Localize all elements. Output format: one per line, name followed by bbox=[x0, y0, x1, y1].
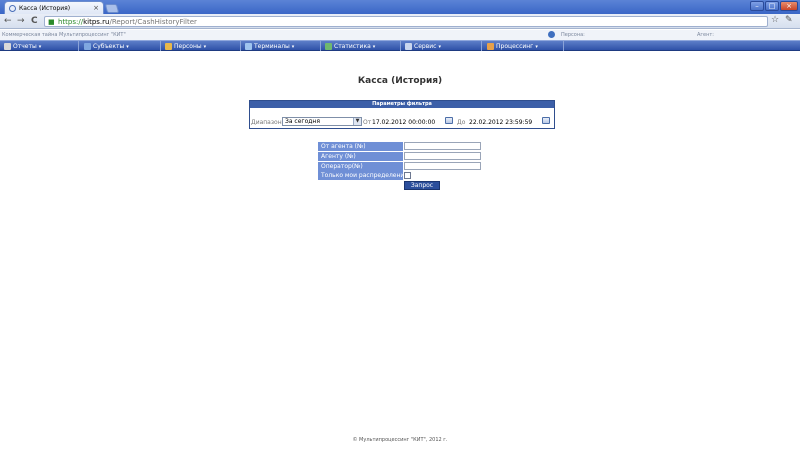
menu-item-processing[interactable]: Процессинг ▾ bbox=[487, 42, 538, 51]
from-calendar-icon[interactable] bbox=[445, 117, 453, 124]
footer-copyright: © Мультипроцессинг "КИТ", 2012 г. bbox=[352, 437, 448, 443]
menu-item-label: Сервис bbox=[414, 43, 437, 50]
range-label: Диапазон bbox=[251, 119, 282, 126]
filter-panel-header: Параметры фильтра bbox=[250, 101, 554, 108]
page-favicon-icon bbox=[9, 5, 16, 12]
menu-item-label: Процессинг bbox=[496, 43, 534, 50]
wrench-menu-icon[interactable]: ✎ bbox=[785, 15, 793, 25]
query-submit-button[interactable]: Запрос bbox=[404, 181, 440, 190]
reload-icon[interactable]: C bbox=[31, 16, 38, 26]
back-arrow-icon[interactable]: ← bbox=[4, 16, 12, 26]
person-label: Персона: bbox=[561, 32, 585, 38]
menu-divider bbox=[400, 41, 401, 51]
chevron-down-icon: ▾ bbox=[38, 43, 42, 50]
chevron-down-icon: ▾ bbox=[535, 43, 538, 50]
info-bar: Коммерческая тайна Мультипроцессинг "КИТ… bbox=[0, 30, 800, 40]
main-menu: Отчеты ▾ Субъекты ▾ Персоны ▾ Терминалы … bbox=[0, 40, 800, 51]
menu-item-statistics[interactable]: Статистика ▾ bbox=[325, 42, 375, 51]
chevron-down-icon: ▾ bbox=[126, 43, 129, 50]
range-select[interactable]: За сегодня ▼ bbox=[282, 117, 362, 126]
from-agent-input[interactable] bbox=[404, 142, 481, 150]
to-agent-label: Агенту (№) bbox=[318, 152, 403, 161]
person-icon bbox=[548, 31, 555, 38]
from-date-field[interactable]: 17.02.2012 00:00:00 bbox=[372, 119, 435, 126]
statistics-icon bbox=[325, 43, 332, 50]
url-text: https://kitps.ru/Report/CashHistoryFilte… bbox=[58, 18, 197, 26]
subjects-icon bbox=[84, 43, 91, 50]
address-bar[interactable]: ■ https://kitps.ru/Report/CashHistoryFil… bbox=[44, 16, 768, 27]
menu-item-persons[interactable]: Персоны ▾ bbox=[165, 42, 206, 51]
menu-item-terminals[interactable]: Терминалы ▾ bbox=[245, 42, 294, 51]
menu-item-service[interactable]: Сервис ▾ bbox=[405, 42, 441, 51]
from-label: От bbox=[363, 119, 372, 126]
to-calendar-icon[interactable] bbox=[542, 117, 550, 124]
only-mine-label: Только мои распределения bbox=[318, 171, 408, 180]
chevron-down-icon: ▾ bbox=[372, 43, 376, 50]
only-mine-checkbox[interactable] bbox=[404, 172, 411, 179]
browser-titlebar: Касса (История) × – □ × bbox=[0, 0, 800, 14]
menu-item-label: Субъекты bbox=[93, 43, 125, 50]
chevron-down-icon: ▾ bbox=[438, 43, 441, 50]
menu-divider bbox=[240, 41, 241, 51]
tab-title: Касса (История) bbox=[19, 5, 71, 12]
menu-divider bbox=[481, 41, 482, 51]
browser-tab[interactable]: Касса (История) × bbox=[4, 1, 104, 14]
menu-divider bbox=[160, 41, 161, 51]
operator-input[interactable] bbox=[404, 162, 481, 170]
url-scheme: https:// bbox=[58, 18, 84, 26]
menu-divider bbox=[563, 41, 564, 51]
menu-item-subjects[interactable]: Субъекты ▾ bbox=[84, 42, 129, 51]
menu-divider bbox=[320, 41, 321, 51]
service-icon bbox=[405, 43, 412, 50]
filter-panel: Параметры фильтра Диапазон За сегодня ▼ … bbox=[249, 100, 555, 129]
maximize-button[interactable]: □ bbox=[765, 1, 779, 11]
menu-divider bbox=[78, 41, 79, 51]
processing-icon bbox=[487, 43, 494, 50]
persons-icon bbox=[165, 43, 172, 50]
browser-toolbar: ← → C ■ https://kitps.ru/Report/CashHist… bbox=[0, 14, 800, 29]
menu-item-label: Персоны bbox=[174, 43, 202, 50]
close-window-button[interactable]: × bbox=[780, 1, 798, 11]
bookmark-star-icon[interactable]: ☆ bbox=[771, 15, 779, 25]
to-agent-input[interactable] bbox=[404, 152, 481, 160]
range-select-value: За сегодня bbox=[285, 118, 320, 125]
url-path: /Report/CashHistoryFilter bbox=[109, 18, 197, 26]
menu-item-label: Статистика bbox=[334, 43, 371, 50]
page-title: Касса (История) bbox=[357, 76, 443, 86]
menu-item-label: Отчеты bbox=[13, 43, 37, 50]
reports-icon bbox=[4, 43, 11, 50]
window-controls: – □ × bbox=[750, 1, 798, 11]
menu-item-reports[interactable]: Отчеты ▾ bbox=[4, 42, 41, 51]
chevron-down-icon: ▾ bbox=[291, 43, 295, 50]
chevron-down-icon: ▾ bbox=[203, 43, 207, 50]
operator-label: Оператор(№) bbox=[318, 162, 403, 171]
to-date-field[interactable]: 22.02.2012 23:59:59 bbox=[469, 119, 532, 126]
lock-icon: ■ bbox=[48, 18, 55, 26]
forward-arrow-icon[interactable]: → bbox=[17, 16, 25, 26]
to-label: До bbox=[457, 119, 466, 126]
menu-item-label: Терминалы bbox=[254, 43, 290, 50]
confidential-notice: Коммерческая тайна Мультипроцессинг "КИТ… bbox=[2, 32, 126, 38]
new-tab-button[interactable] bbox=[104, 4, 120, 13]
close-tab-icon[interactable]: × bbox=[93, 4, 99, 12]
terminals-icon bbox=[245, 43, 252, 50]
filter-row: Диапазон За сегодня ▼ От 17.02.2012 00:0… bbox=[250, 116, 554, 126]
url-host: kitps.ru bbox=[83, 18, 110, 26]
minimize-button[interactable]: – bbox=[750, 1, 764, 11]
from-agent-label: От агента (№) bbox=[318, 142, 403, 151]
agent-label: Агент: bbox=[697, 32, 714, 38]
chevron-down-icon[interactable]: ▼ bbox=[353, 118, 361, 125]
